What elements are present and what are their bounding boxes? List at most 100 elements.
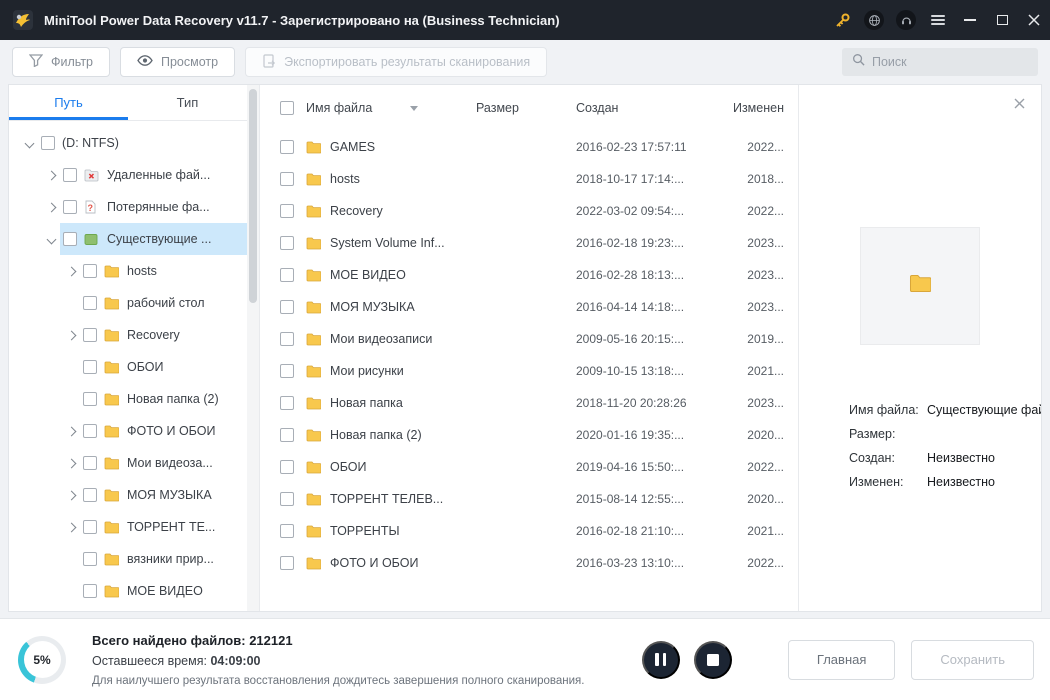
chevron-right-icon[interactable] xyxy=(63,487,80,503)
file-row[interactable]: ФОТО И ОБОИ 2016-03-23 13:10:... 2022... xyxy=(260,547,798,579)
file-row-checkbox[interactable] xyxy=(280,204,294,218)
column-header-modified[interactable]: Изменен xyxy=(726,101,784,115)
menu-icon[interactable] xyxy=(922,0,954,40)
file-row-checkbox[interactable] xyxy=(280,364,294,378)
tree-item[interactable]: МОЕ ВИДЕО xyxy=(9,575,247,607)
home-button[interactable]: Главная xyxy=(787,639,896,680)
tree-item[interactable]: МОЯ МУЗЫКА xyxy=(9,479,247,511)
file-row[interactable]: ТОРРЕНТЫ 2016-02-18 21:10:... 2021... xyxy=(260,515,798,547)
file-row[interactable]: GAMES 2016-02-23 17:57:11 2022... xyxy=(260,131,798,163)
file-row-checkbox[interactable] xyxy=(280,332,294,346)
chevron-right-icon[interactable] xyxy=(63,327,80,343)
chevron-down-icon[interactable] xyxy=(21,135,38,151)
chevron-right-icon[interactable] xyxy=(43,167,60,183)
save-button[interactable]: Сохранить xyxy=(911,639,1034,680)
column-header-created[interactable]: Создан xyxy=(576,101,726,115)
tree-item[interactable]: Мои видеоза... xyxy=(9,447,247,479)
file-modified-cell: 2021... xyxy=(747,364,784,378)
pause-scan-button[interactable] xyxy=(641,640,680,679)
file-row[interactable]: Мои видеозаписи 2009-05-16 20:15:... 2019.… xyxy=(260,323,798,355)
tree-item-checkbox[interactable] xyxy=(83,552,97,566)
tree-item-checkbox[interactable] xyxy=(83,456,97,470)
file-row[interactable]: Новая папка (2) 2020-01-16 19:35:... 2020.… xyxy=(260,419,798,451)
file-row-checkbox[interactable] xyxy=(280,268,294,282)
tree-item-label: Мои видеоза... xyxy=(127,456,213,470)
support-headset-icon[interactable] xyxy=(890,0,922,40)
chevron-right-icon[interactable] xyxy=(63,519,80,535)
chevron-right-icon[interactable] xyxy=(63,455,80,471)
close-button[interactable] xyxy=(1018,0,1050,40)
file-row[interactable]: ОБОИ 2019-04-16 15:50:... 2022... xyxy=(260,451,798,483)
tree-item[interactable]: hosts xyxy=(9,255,247,287)
chevron-down-icon[interactable] xyxy=(43,231,60,247)
tree-item-checkbox[interactable] xyxy=(63,200,77,214)
tree-item[interactable]: Recovery xyxy=(9,319,247,351)
tree-item-checkbox[interactable] xyxy=(83,296,97,310)
chevron-right-icon[interactable] xyxy=(43,199,60,215)
file-row[interactable]: hosts 2018-10-17 17:14:... 2018... xyxy=(260,163,798,195)
chevron-right-icon[interactable] xyxy=(63,423,80,439)
export-results-button[interactable]: Экспортировать результаты сканирования xyxy=(245,47,548,77)
search-input[interactable] xyxy=(872,55,1028,69)
maximize-button[interactable] xyxy=(986,0,1018,40)
filter-button[interactable]: Фильтр xyxy=(12,47,110,77)
sort-arrow-icon[interactable] xyxy=(410,105,419,111)
sidebar-tab[interactable]: Путь xyxy=(9,85,128,120)
file-row-checkbox[interactable] xyxy=(280,300,294,314)
tree-item-checkbox[interactable] xyxy=(83,264,97,278)
file-row-checkbox[interactable] xyxy=(280,492,294,506)
tree-scrollbar[interactable] xyxy=(247,85,259,611)
file-row-checkbox[interactable] xyxy=(280,460,294,474)
file-row[interactable]: МОЕ ВИДЕО 2016-02-28 18:13:... 2023... xyxy=(260,259,798,291)
tree-item-checkbox[interactable] xyxy=(83,488,97,502)
tree-item-checkbox[interactable] xyxy=(83,392,97,406)
file-row-checkbox[interactable] xyxy=(280,172,294,186)
file-row-checkbox[interactable] xyxy=(280,140,294,154)
tree-item-label: hosts xyxy=(127,264,157,278)
tree-item[interactable]: ТОРРЕНТ ТЕ... xyxy=(9,511,247,543)
file-row[interactable]: ТОРРЕНТ ТЕЛЕВ... 2015-08-14 12:55:... 2020… xyxy=(260,483,798,515)
tree-item[interactable]: ФОТО И ОБОИ xyxy=(9,415,247,447)
file-row-checkbox[interactable] xyxy=(280,556,294,570)
tree-item[interactable]: вязники прир... xyxy=(9,543,247,575)
file-row[interactable]: Мои рисунки 2009-10-15 13:18:... 2021... xyxy=(260,355,798,387)
file-row[interactable]: System Volume Inf... 2016-02-18 19:23:...… xyxy=(260,227,798,259)
tree-item-checkbox[interactable] xyxy=(63,232,77,246)
chevron-right-icon[interactable] xyxy=(63,263,80,279)
minimize-button[interactable] xyxy=(954,0,986,40)
file-row-checkbox[interactable] xyxy=(280,428,294,442)
file-row[interactable]: Recovery 2022-03-02 09:54:... 2022... xyxy=(260,195,798,227)
file-row-checkbox[interactable] xyxy=(280,236,294,250)
tree-item-checkbox[interactable] xyxy=(83,328,97,342)
file-row-checkbox[interactable] xyxy=(280,524,294,538)
license-key-icon[interactable] xyxy=(826,0,858,40)
column-header-size[interactable]: Размер xyxy=(476,101,576,115)
preview-button[interactable]: Просмотр xyxy=(120,47,236,77)
file-row[interactable]: Новая папка 2018-11-20 20:28:26 2023... xyxy=(260,387,798,419)
folder-icon xyxy=(104,521,120,534)
tree-item[interactable]: (D: NTFS) xyxy=(9,127,247,159)
tree-item-checkbox[interactable] xyxy=(63,168,77,182)
tree-item[interactable]: Новая папка (2) xyxy=(9,383,247,415)
tree-item-checkbox[interactable] xyxy=(83,360,97,374)
tree-item[interactable]: ОБОИ xyxy=(9,351,247,383)
tree-item[interactable]: рабочий стол xyxy=(9,287,247,319)
tree-item[interactable]: ? Потерянные фа... xyxy=(9,191,247,223)
column-header-name[interactable]: Имя файла xyxy=(306,101,476,115)
preview-close-icon[interactable] xyxy=(1011,95,1027,111)
file-row-checkbox[interactable] xyxy=(280,396,294,410)
tree-item-checkbox[interactable] xyxy=(83,520,97,534)
sidebar-tab[interactable]: Тип xyxy=(128,85,247,120)
tree-item-checkbox[interactable] xyxy=(83,424,97,438)
tree-scrollbar-thumb[interactable] xyxy=(249,89,257,303)
tree-item[interactable]: Удаленные фай... xyxy=(9,159,247,191)
select-all-checkbox[interactable] xyxy=(280,101,294,115)
select-all-cell xyxy=(280,101,306,115)
file-row[interactable]: МОЯ МУЗЫКА 2016-04-14 14:18:... 2023... xyxy=(260,291,798,323)
tree-item-checkbox[interactable] xyxy=(83,584,97,598)
tree-item[interactable]: Существующие ... xyxy=(9,223,247,255)
tree-item-checkbox[interactable] xyxy=(41,136,55,150)
stop-scan-button[interactable] xyxy=(693,640,732,679)
website-globe-icon[interactable] xyxy=(858,0,890,40)
